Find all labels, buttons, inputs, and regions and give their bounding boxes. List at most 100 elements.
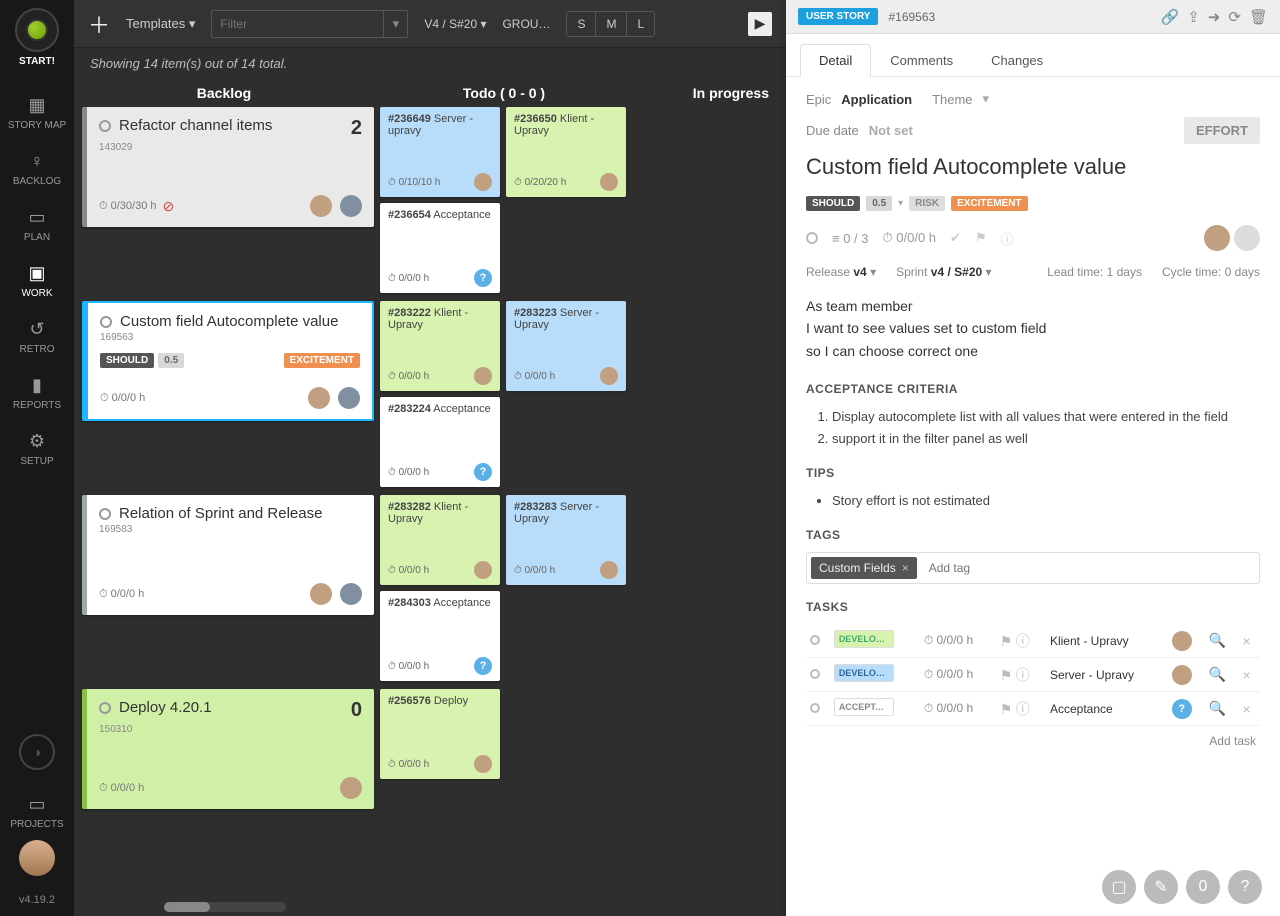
search-icon[interactable]: 🔍 <box>1209 632 1226 648</box>
due-date-value[interactable]: Not set <box>869 123 913 138</box>
templates-menu[interactable]: Templates ▾ <box>126 16 195 32</box>
remove-icon[interactable]: × <box>1243 667 1251 683</box>
remove-tag-icon[interactable]: × <box>902 561 909 575</box>
tags-field[interactable]: Custom Fields× <box>806 552 1260 584</box>
avatar[interactable] <box>600 367 618 385</box>
fab-edit[interactable]: ✎ <box>1144 870 1178 904</box>
task-row[interactable]: DEVELOPM…⏱ 0/0/0 h⚑ ⓘServer - Upravy🔍× <box>806 658 1260 692</box>
avatar[interactable] <box>340 777 362 799</box>
flag-icon[interactable]: ⚑ <box>1000 633 1013 649</box>
avatar[interactable] <box>310 195 332 217</box>
story-title[interactable]: Custom field Autocomplete value <box>806 154 1260 180</box>
backlog-card[interactable]: Refactor channel items2143029⏱ 0/30/30 h… <box>82 107 374 227</box>
description[interactable]: As team member I want to see values set … <box>806 295 1260 362</box>
avatar[interactable] <box>308 387 330 409</box>
task-row[interactable]: ACCEPTAN…⏱ 0/0/0 h⚑ ⓘAcceptance?🔍× <box>806 692 1260 726</box>
risk-badge[interactable]: RISK <box>909 196 945 211</box>
add-tag-input[interactable] <box>925 557 1255 579</box>
theme-label[interactable]: Theme <box>932 92 972 107</box>
nav-reports[interactable]: ▮REPORTS <box>8 365 66 421</box>
remove-icon[interactable]: × <box>1243 701 1251 717</box>
fab-help[interactable]: ? <box>1228 870 1262 904</box>
release-value[interactable]: v4 <box>853 265 866 279</box>
avatar[interactable] <box>1172 631 1192 651</box>
check-icon[interactable]: ✔ <box>950 230 961 246</box>
task-row[interactable]: DEVELOPM…⏱ 0/0/0 h⚑ ⓘKlient - Upravy🔍× <box>806 624 1260 658</box>
flag-icon[interactable]: ⚑ <box>1000 667 1013 683</box>
info-icon[interactable]: ⓘ <box>1016 667 1030 683</box>
nav-backlog[interactable]: ♀BACKLOG <box>8 141 66 197</box>
sprint-value[interactable]: v4 / S#20 <box>931 265 982 279</box>
nav-setup[interactable]: ⚙SETUP <box>8 421 66 477</box>
avatar[interactable] <box>340 195 362 217</box>
task-card[interactable]: #283222 Klient - Upravy⏱ 0/0/0 h <box>380 301 500 391</box>
task-card[interactable]: #283224 Acceptance⏱ 0/0/0 h? <box>380 397 500 487</box>
status-dot-icon[interactable] <box>810 669 820 679</box>
tab-changes[interactable]: Changes <box>972 44 1062 76</box>
chevron-down-icon[interactable]: ▾ <box>898 198 903 209</box>
collapse-icon[interactable]: ◑ <box>19 734 55 770</box>
move-icon[interactable]: ➜ <box>1208 8 1221 26</box>
group-selector[interactable]: GROU… <box>502 17 550 31</box>
task-card[interactable]: #256576 Deploy⏱ 0/0/0 h <box>380 689 500 779</box>
info-icon[interactable]: ⓘ <box>1016 701 1030 717</box>
status-dot-icon[interactable] <box>99 702 111 714</box>
projects-nav[interactable]: ▭ PROJECTS <box>0 784 74 840</box>
backlog-card[interactable]: Custom field Autocomplete value169563SHO… <box>82 301 374 421</box>
effort-button[interactable]: EFFORT <box>1184 117 1260 144</box>
chevron-down-icon[interactable]: ▾ <box>983 91 990 107</box>
task-card[interactable]: #236650 Klient - Upravy⏱ 0/20/20 h <box>506 107 626 197</box>
excitement-badge[interactable]: EXCITEMENT <box>951 196 1027 211</box>
task-type-chip[interactable]: ACCEPTAN… <box>834 698 894 716</box>
avatar[interactable] <box>474 367 492 385</box>
add-button[interactable]: ＋ <box>88 8 110 40</box>
add-task-link[interactable]: Add task <box>806 726 1260 756</box>
filter-dropdown-icon[interactable]: ▾ <box>383 11 407 37</box>
tab-detail[interactable]: Detail <box>800 44 871 77</box>
owner-avatar[interactable] <box>1204 225 1230 251</box>
help-icon[interactable]: ? <box>1172 699 1192 719</box>
backlog-card[interactable]: Relation of Sprint and Release169583⏱ 0/… <box>82 495 374 615</box>
flag-icon[interactable]: ⚑ <box>975 230 987 246</box>
help-icon[interactable]: ? <box>474 463 492 481</box>
status-dot-icon[interactable] <box>99 120 111 132</box>
size-l[interactable]: L <box>627 12 654 36</box>
acceptance-list[interactable]: Display autocomplete list with all value… <box>806 406 1260 450</box>
nav-work[interactable]: ▣WORK <box>8 253 66 309</box>
info-icon[interactable]: ⓘ <box>1016 633 1030 649</box>
search-icon[interactable]: 🔍 <box>1209 666 1226 682</box>
backlog-card[interactable]: Deploy 4.20.10150310⏱ 0/0/0 h <box>82 689 374 809</box>
status-dot-icon[interactable] <box>810 703 820 713</box>
tag-chip[interactable]: Custom Fields× <box>811 557 917 579</box>
fab-copy[interactable]: ▢ <box>1102 870 1136 904</box>
flag-icon[interactable]: ⚑ <box>1000 701 1013 717</box>
nav-retro[interactable]: ↺RETRO <box>8 309 66 365</box>
status-dot-icon[interactable] <box>100 316 112 328</box>
avatar[interactable] <box>600 173 618 191</box>
task-card[interactable]: #283282 Klient - Upravy⏱ 0/0/0 h <box>380 495 500 585</box>
filter-input[interactable] <box>212 11 383 37</box>
avatar[interactable] <box>1172 665 1192 685</box>
avatar[interactable] <box>600 561 618 579</box>
task-type-chip[interactable]: DEVELOPM… <box>834 664 894 682</box>
help-icon[interactable]: ? <box>474 269 492 287</box>
avatar[interactable] <box>474 561 492 579</box>
epic-value[interactable]: Application <box>841 92 912 107</box>
board-body[interactable]: Refactor channel items2143029⏱ 0/30/30 h… <box>74 107 786 916</box>
task-card[interactable]: #283223 Server - Upravy⏱ 0/0/0 h <box>506 301 626 391</box>
assignee-avatar[interactable] <box>1234 225 1260 251</box>
task-card[interactable]: #236654 Acceptance⏱ 0/0/0 h? <box>380 203 500 293</box>
nav-story-map[interactable]: ▦STORY MAP <box>8 85 66 141</box>
points-badge[interactable]: 0.5 <box>866 196 892 211</box>
app-logo[interactable] <box>15 8 59 52</box>
fab-count[interactable]: 0 <box>1186 870 1220 904</box>
help-icon[interactable]: ? <box>474 657 492 675</box>
size-m[interactable]: M <box>596 12 627 36</box>
task-type-chip[interactable]: DEVELOPM… <box>834 630 894 648</box>
info-icon[interactable]: ⓘ <box>1001 229 1014 248</box>
search-icon[interactable]: 🔍 <box>1209 700 1226 716</box>
remove-icon[interactable]: × <box>1243 633 1251 649</box>
task-card[interactable]: #284303 Acceptance⏱ 0/0/0 h? <box>380 591 500 681</box>
avatar[interactable] <box>474 755 492 773</box>
refresh-icon[interactable]: ⟳ <box>1228 8 1241 26</box>
